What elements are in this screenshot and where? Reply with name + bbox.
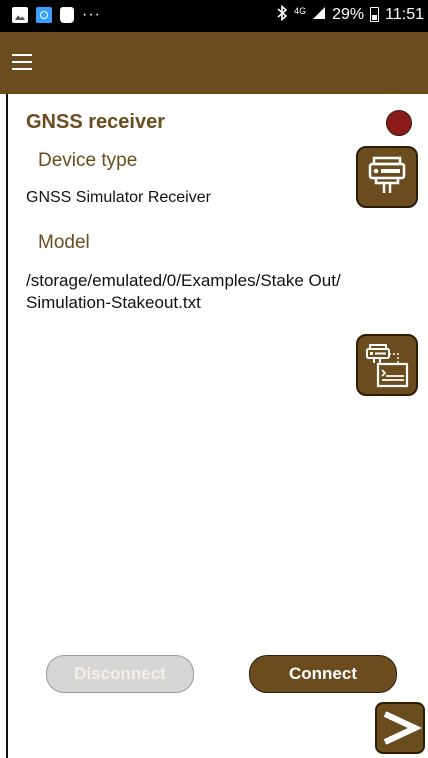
window-edge <box>6 94 8 758</box>
notification-icons: ··· <box>12 7 101 23</box>
signal-strength-icon <box>312 6 326 23</box>
disconnect-button[interactable]: Disconnect <box>46 655 194 693</box>
shopping-bag-notification-icon <box>60 7 74 23</box>
model-value-line-2: Simulation-Stakeout.txt <box>26 293 201 312</box>
app-screen: ··· 4G 29% 11:51 GNSS receiver Device ty… <box>0 0 428 758</box>
receiver-device-icon <box>368 156 406 193</box>
connect-button[interactable]: Connect <box>249 655 397 693</box>
more-notifications-indicator: ··· <box>82 6 101 23</box>
model-label: Model <box>38 232 90 253</box>
bluetooth-icon <box>276 4 288 24</box>
sync-notification-icon <box>36 7 52 23</box>
chevron-right-icon <box>383 711 423 745</box>
clock-time: 11:51 <box>385 5 424 23</box>
receiver-to-file-icon <box>366 344 409 388</box>
device-type-value: GNSS Simulator Receiver <box>26 189 211 206</box>
next-button[interactable] <box>375 702 425 754</box>
battery-percentage: 29% <box>332 5 365 23</box>
page-title: GNSS receiver <box>26 111 165 133</box>
select-model-file-button[interactable] <box>356 334 418 396</box>
hamburger-menu-icon[interactable] <box>12 54 32 70</box>
gallery-notification-icon <box>12 7 28 23</box>
device-type-button[interactable] <box>356 146 418 208</box>
system-indicators: 4G 29% 11:51 <box>276 4 424 24</box>
app-bar <box>0 32 428 94</box>
battery-icon <box>370 7 380 22</box>
status-bar: ··· 4G 29% 11:51 <box>0 0 428 32</box>
network-type-label: 4G <box>294 5 307 16</box>
model-value-line-1: /storage/emulated/0/Examples/Stake Out/ <box>26 271 341 290</box>
status-indicator-icon <box>386 110 412 136</box>
device-type-label: Device type <box>38 150 138 171</box>
